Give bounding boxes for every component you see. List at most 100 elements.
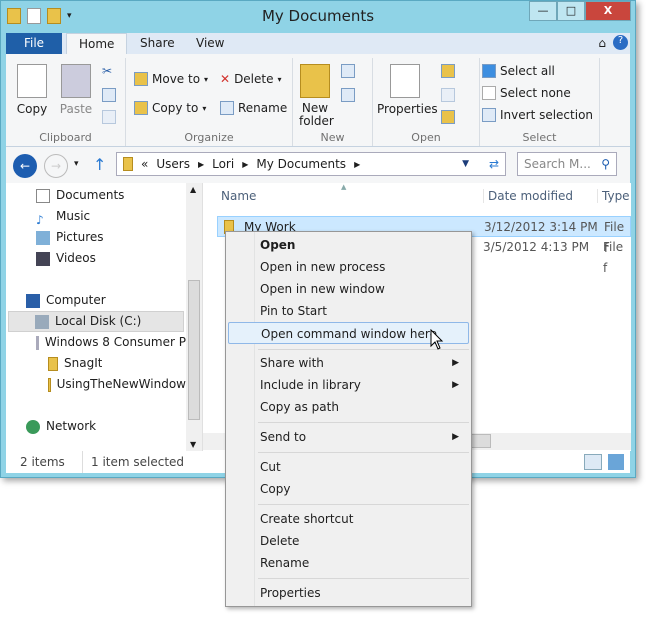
menu-item-send-to[interactable]: Send to ▶	[228, 426, 469, 448]
properties-label: Properties	[377, 102, 438, 116]
search-icon: ⚲	[601, 157, 610, 171]
nav-item-pictures[interactable]: Pictures	[36, 227, 104, 248]
copy-path-icon[interactable]	[102, 88, 116, 102]
maximize-button[interactable]: □	[557, 1, 585, 21]
copy-icon	[17, 64, 47, 98]
breadcrumb-users[interactable]: Users	[156, 157, 190, 171]
cut-icon[interactable]: ✂	[102, 64, 112, 78]
minimize-ribbon-icon[interactable]: ⌂	[598, 36, 606, 50]
new-item-icon[interactable]	[341, 64, 355, 78]
move-to-label: Move to	[152, 72, 201, 86]
menu-item-delete[interactable]: Delete	[228, 530, 469, 552]
address-dropdown-icon[interactable]: ▼	[462, 159, 469, 169]
tab-home[interactable]: Home	[66, 33, 128, 54]
tab-share[interactable]: Share	[128, 33, 187, 54]
address-path[interactable]: « Users ▶ Lori ▶ My Documents ▶ ▼ ⇄	[116, 152, 506, 176]
column-header-type[interactable]: Type	[597, 189, 630, 203]
tab-view[interactable]: View	[184, 33, 236, 54]
large-icons-view-icon[interactable]	[608, 454, 624, 470]
copy-to-button[interactable]: Copy to ▾	[134, 101, 206, 115]
menu-label: Share with	[260, 356, 324, 370]
details-view-icon[interactable]	[584, 454, 602, 470]
refresh-icon[interactable]: ⇄	[489, 157, 499, 171]
back-button[interactable]: ←	[13, 154, 37, 178]
nav-item-usingthenewwindow[interactable]: UsingTheNewWindow	[48, 374, 186, 395]
menu-item-create-shortcut[interactable]: Create shortcut	[228, 508, 469, 530]
nav-item-computer[interactable]: Computer	[26, 290, 106, 311]
item-count: 2 items	[20, 455, 65, 469]
up-arrow-icon[interactable]: ↑	[93, 155, 106, 174]
menu-item-share-with[interactable]: Share with ▶	[228, 352, 469, 374]
menu-item-cut[interactable]: Cut	[228, 456, 469, 478]
menu-item-properties[interactable]: Properties	[228, 582, 469, 604]
nav-item-music[interactable]: ♪ Music	[36, 206, 90, 227]
select-none-button[interactable]: Select none	[482, 86, 571, 100]
menu-item-open-new-process[interactable]: Open in new process	[228, 256, 469, 278]
menu-item-open-new-window[interactable]: Open in new window	[228, 278, 469, 300]
menu-item-rename[interactable]: Rename	[228, 552, 469, 574]
nav-item-network[interactable]: Network	[26, 416, 96, 437]
nav-item-videos[interactable]: Videos	[36, 248, 96, 269]
nav-item-documents[interactable]: Documents	[36, 185, 124, 206]
select-all-label: Select all	[500, 64, 555, 78]
nav-label: Computer	[46, 293, 106, 307]
close-button[interactable]: X	[585, 1, 631, 21]
pictures-icon	[36, 230, 50, 245]
select-all-icon	[482, 64, 496, 78]
breadcrumb-lori[interactable]: Lori	[212, 157, 234, 171]
selection-count: 1 item selected	[82, 451, 184, 473]
nav-item-snagit[interactable]: SnagIt	[48, 353, 102, 374]
scroll-up-icon[interactable]: ▲	[190, 185, 196, 194]
easy-access-icon[interactable]	[341, 88, 355, 102]
properties-button[interactable]: Properties	[377, 64, 438, 116]
copy-button[interactable]: Copy	[14, 64, 50, 116]
music-icon: ♪	[36, 212, 44, 227]
scroll-down-icon[interactable]: ▼	[190, 440, 196, 449]
breadcrumb-my-documents[interactable]: My Documents	[256, 157, 346, 171]
help-icon[interactable]: ?	[613, 35, 628, 50]
delete-button[interactable]: ✕ Delete ▾	[220, 72, 282, 86]
menu-item-open[interactable]: Open	[228, 234, 469, 256]
history-icon[interactable]	[441, 110, 455, 124]
nav-item-local-disk[interactable]: Local Disk (C:)	[8, 311, 184, 332]
clipboard-group: Copy Paste ✂ Clipboard	[6, 58, 126, 146]
menu-item-copy-as-path[interactable]: Copy as path	[228, 396, 469, 418]
navigation-pane: Documents ♪ Music Pictures Videos Compute…	[6, 183, 203, 451]
file-type: File f	[603, 240, 624, 275]
scroll-thumb[interactable]	[188, 280, 200, 420]
rename-icon	[220, 101, 234, 115]
minimize-button[interactable]: —	[529, 1, 557, 21]
new-folder-large-icon	[300, 64, 330, 98]
delete-icon: ✕	[220, 72, 231, 86]
menu-item-copy[interactable]: Copy	[228, 478, 469, 500]
paste-shortcut-icon[interactable]	[102, 110, 116, 124]
organize-group: Move to ▾ Copy to ▾ ✕ Delete ▾ Rename Organi…	[126, 58, 293, 146]
breadcrumb-overflow[interactable]: «	[141, 157, 148, 171]
delete-label: Delete	[234, 72, 274, 86]
invert-selection-label: Invert selection	[500, 108, 594, 122]
menu-item-pin-to-start[interactable]: Pin to Start	[228, 300, 469, 322]
edit-icon[interactable]	[441, 88, 455, 102]
menu-item-include-in-library[interactable]: Include in library ▶	[228, 374, 469, 396]
submenu-arrow-icon: ▶	[452, 380, 459, 390]
recent-locations-icon[interactable]: ▾	[74, 159, 79, 169]
nav-scrollbar[interactable]: ▲ ▼	[186, 183, 202, 451]
drive-icon	[35, 314, 49, 329]
videos-icon	[36, 251, 50, 266]
nav-item-network-drive[interactable]: Windows 8 Consumer P	[36, 332, 186, 353]
move-to-button[interactable]: Move to ▾	[134, 72, 208, 86]
tab-file[interactable]: File	[6, 33, 62, 54]
rename-button[interactable]: Rename	[220, 101, 287, 115]
paste-button[interactable]: Paste	[58, 64, 94, 116]
invert-selection-button[interactable]: Invert selection	[482, 108, 593, 122]
search-input[interactable]: Search M... ⚲	[517, 152, 617, 176]
new-group: New folder New	[293, 58, 373, 146]
forward-button[interactable]: →	[44, 154, 68, 178]
open-icon[interactable]	[441, 64, 455, 78]
column-header-date[interactable]: Date modified	[483, 189, 573, 203]
column-header-name[interactable]: Name	[221, 189, 256, 203]
new-folder-button[interactable]: New folder	[299, 64, 334, 128]
mouse-cursor-icon	[430, 329, 444, 350]
select-all-button[interactable]: Select all	[482, 64, 555, 78]
file-date: 3/12/2012 3:14 PM	[484, 220, 598, 234]
